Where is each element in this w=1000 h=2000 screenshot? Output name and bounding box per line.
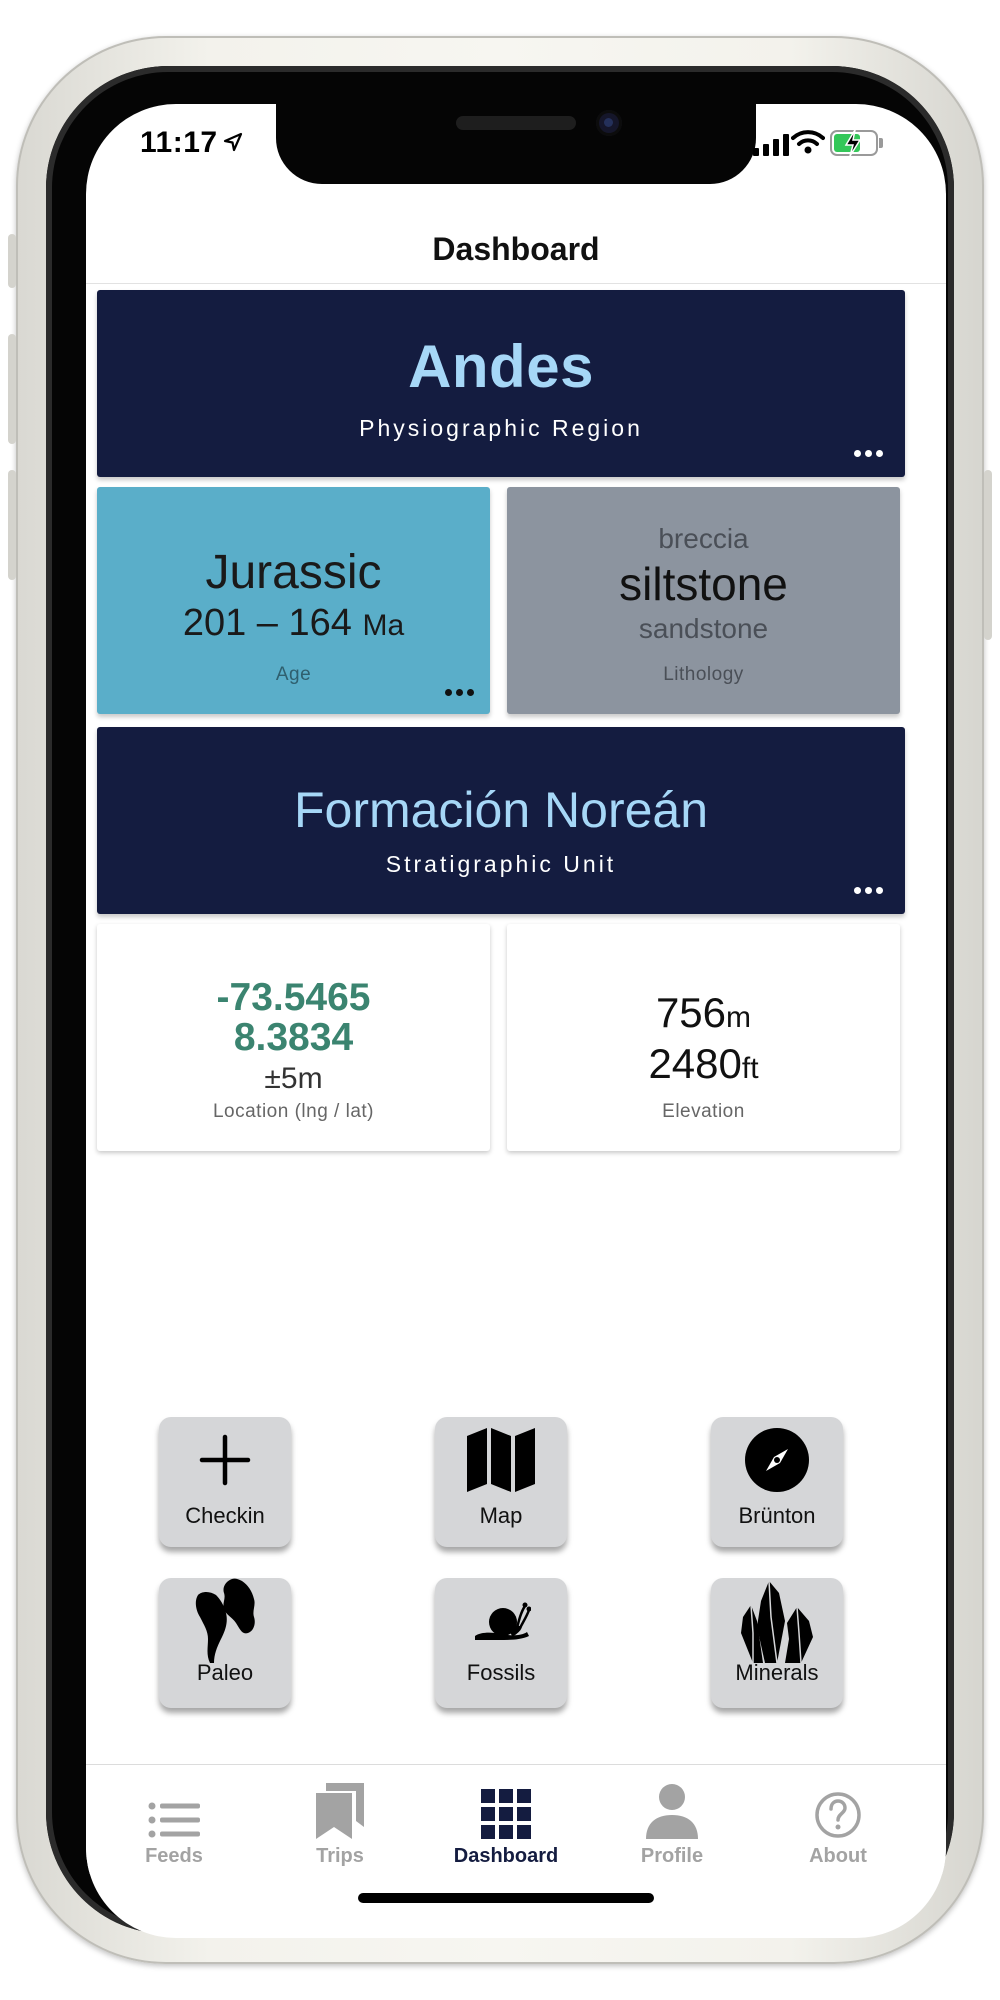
status-time: 11:17 (140, 126, 218, 159)
lithology-minor-bottom: sandstone (638, 613, 769, 644)
checkin-button[interactable]: Checkin (159, 1417, 291, 1547)
bookmarks-icon (316, 1783, 364, 1839)
tab-feeds-label: Feeds (145, 1845, 203, 1867)
age-more-icon[interactable] (445, 689, 474, 696)
location-card[interactable]: -73.5465 8.3834 ±5m Location (lng / lat) (97, 924, 490, 1151)
location-accuracy: ±5m (264, 1062, 323, 1095)
tab-bar: Feeds Trips Dashboard Profile About (86, 1764, 946, 1874)
age-range: 201 – 164 Ma (183, 602, 404, 645)
person-icon (646, 1784, 698, 1839)
home-indicator[interactable] (358, 1893, 654, 1903)
brunton-label: Brünton (738, 1503, 816, 1528)
charging-bolt-icon (844, 129, 862, 157)
screen: 11:17 Dashboard Andes Physiographic Regi… (86, 104, 946, 1938)
fossils-button[interactable]: Fossils (435, 1578, 567, 1708)
brunton-button[interactable]: Brünton (711, 1417, 843, 1547)
minerals-label: Minerals (735, 1660, 819, 1685)
front-camera (596, 110, 622, 136)
wifi-icon (791, 130, 825, 154)
snail-icon (475, 1602, 531, 1640)
latitude-value: 8.3834 (233, 1016, 354, 1059)
plus-icon (199, 1434, 251, 1486)
region-label: Physiographic Region (359, 415, 643, 441)
elevation-feet-unit: ft (741, 1052, 759, 1085)
compass-icon (745, 1428, 809, 1492)
elevation-feet: 2480ft (648, 1041, 758, 1092)
region-card[interactable]: Andes Physiographic Region (97, 290, 905, 477)
tab-profile-label: Profile (640, 1845, 704, 1867)
volume-down-button (8, 470, 16, 580)
age-card[interactable]: Jurassic 201 – 164 Ma Age (97, 487, 490, 714)
page-title: Dashboard (432, 231, 600, 267)
elevation-feet-value: 2480 (648, 1040, 742, 1087)
region-more-icon[interactable] (854, 450, 883, 457)
age-range-value: 201 – 164 (182, 602, 352, 644)
age-unit: Ma (362, 609, 405, 642)
stratigraphic-more-icon[interactable] (854, 887, 883, 894)
elevation-card[interactable]: 756m 2480ft Elevation (507, 924, 900, 1151)
question-icon (815, 1792, 861, 1838)
longitude-value: -73.5465 (216, 976, 371, 1019)
tab-dashboard-label: Dashboard (453, 1845, 559, 1867)
lithology-label: Lithology (663, 664, 744, 685)
lithology-major: siltstone (619, 558, 788, 610)
minerals-button[interactable]: Minerals (711, 1578, 843, 1708)
map-icon (467, 1428, 535, 1492)
crystal-icon (741, 1580, 813, 1664)
elevation-meters-value: 756 (655, 989, 727, 1036)
paleo-label: Paleo (196, 1660, 254, 1685)
map-button[interactable]: Map (435, 1417, 567, 1547)
fossils-label: Fossils (466, 1660, 536, 1685)
location-label: Location (lng / lat) (212, 1101, 375, 1122)
grid-icon (481, 1789, 531, 1839)
lithology-card[interactable]: breccia siltstone sandstone Lithology (507, 487, 900, 714)
tab-feeds[interactable]: Feeds (104, 1765, 244, 1868)
notch (276, 104, 756, 184)
tab-trips[interactable]: Trips (270, 1765, 410, 1868)
mute-switch (8, 234, 16, 288)
age-era: Jurassic (205, 546, 382, 599)
stratigraphic-unit-name: Formación Noreán (293, 782, 709, 838)
tab-about-label: About (809, 1845, 867, 1867)
tab-about[interactable]: About (768, 1765, 908, 1868)
elevation-label: Elevation (662, 1101, 745, 1122)
battery-tip (879, 138, 883, 148)
tab-dashboard[interactable]: Dashboard (436, 1765, 576, 1868)
location-arrow-icon (223, 132, 243, 152)
cellular-signal-icon (753, 134, 789, 156)
continents-icon (195, 1578, 255, 1663)
tab-profile[interactable]: Profile (602, 1765, 742, 1868)
map-label: Map (479, 1503, 523, 1528)
tab-trips-label: Trips (316, 1845, 364, 1867)
checkin-label: Checkin (185, 1503, 265, 1528)
elevation-meters-unit: m (726, 1001, 752, 1034)
stratigraphic-unit-card[interactable]: Formación Noreán Stratigraphic Unit (97, 727, 905, 914)
power-button (984, 470, 992, 640)
speaker-grille (456, 116, 576, 130)
nav-header: Dashboard (86, 216, 946, 284)
volume-up-button (8, 334, 16, 444)
age-label: Age (275, 664, 312, 685)
stratigraphic-unit-label: Stratigraphic Unit (385, 851, 617, 877)
paleo-button[interactable]: Paleo (159, 1578, 291, 1708)
elevation-meters: 756m (656, 990, 751, 1041)
list-icon (148, 1802, 200, 1838)
region-name: Andes (408, 333, 594, 400)
lithology-minor-top: breccia (658, 523, 749, 554)
